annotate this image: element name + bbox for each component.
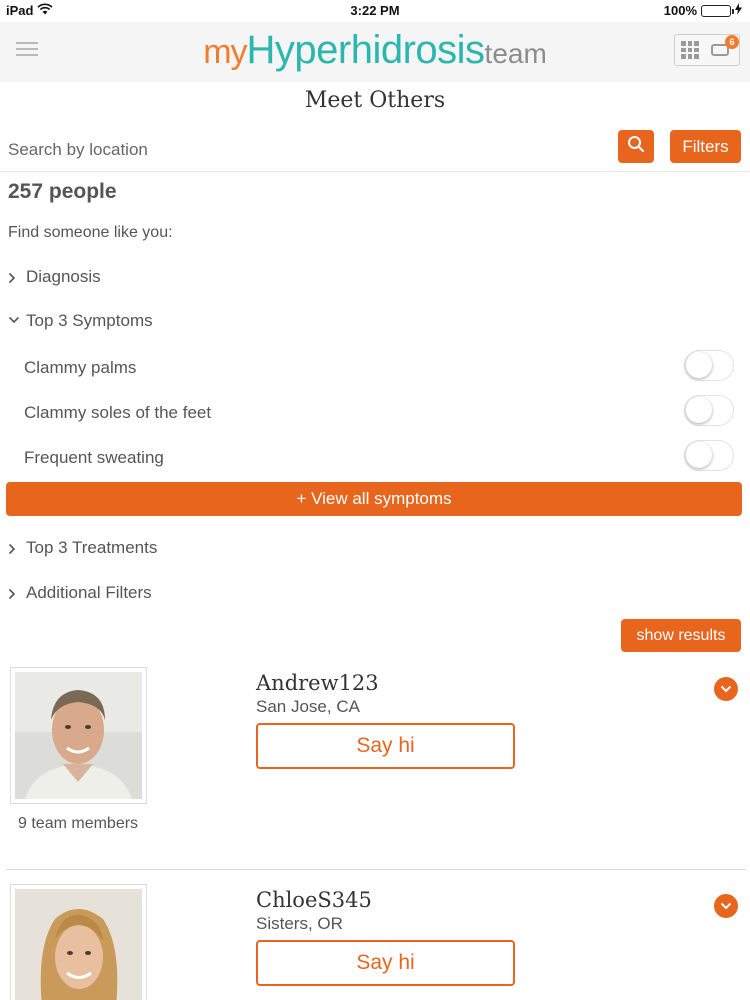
team-members-count: 9 team members — [18, 815, 139, 832]
symptom-row: Clammy soles of the feet — [0, 395, 750, 435]
view-all-symptoms-button[interactable]: + View all symptoms — [6, 482, 742, 516]
say-hi-button[interactable]: Say hi — [256, 940, 515, 986]
symptom-label: Clammy soles of the feet — [24, 403, 212, 422]
app-logo[interactable]: myHyperhidrosisteam — [0, 28, 750, 73]
filter-top-treatments-label: Top 3 Treatments — [26, 538, 158, 557]
symptom-label: Clammy palms — [24, 358, 137, 377]
battery-percent: 100% — [663, 3, 697, 18]
logo-main: Hyperhidrosis — [246, 28, 486, 72]
expand-chevron-icon[interactable] — [714, 894, 738, 918]
search-bar: Filters — [0, 128, 750, 172]
member-name[interactable]: ChloeS345 — [256, 888, 372, 912]
search-icon — [627, 135, 645, 158]
filter-additional-label: Additional Filters — [26, 583, 152, 602]
clock: 3:22 PM — [350, 3, 400, 18]
header-actions: 6 — [674, 34, 740, 66]
filter-top-treatments[interactable]: Top 3 Treatments — [8, 538, 157, 558]
symptom-row: Clammy palms — [0, 350, 750, 390]
location-search-input[interactable] — [8, 136, 598, 164]
filter-diagnosis[interactable]: Diagnosis — [8, 267, 101, 287]
battery-icon — [701, 4, 734, 17]
results-count: 257 people — [8, 180, 117, 203]
show-results-button[interactable]: show results — [621, 619, 741, 652]
chevron-right-icon — [8, 543, 18, 555]
app-header: myHyperhidrosisteam 6 — [0, 22, 750, 82]
chat-icon[interactable]: 6 — [711, 35, 739, 59]
logo-my: my — [203, 33, 247, 71]
apps-grid-icon[interactable] — [681, 41, 699, 59]
page-title: Meet Others — [304, 88, 446, 113]
avatar[interactable] — [10, 884, 147, 1000]
expand-chevron-icon[interactable] — [714, 677, 738, 701]
filter-additional[interactable]: Additional Filters — [8, 583, 152, 603]
charging-icon — [735, 3, 742, 18]
member-location: San Jose, CA — [256, 697, 360, 716]
avatar[interactable] — [10, 667, 147, 804]
filter-diagnosis-label: Diagnosis — [26, 267, 101, 286]
say-hi-button[interactable]: Say hi — [256, 723, 515, 769]
search-button[interactable] — [618, 130, 654, 163]
symptom-toggle[interactable] — [684, 440, 734, 471]
notification-badge: 6 — [725, 35, 739, 49]
symptom-toggle[interactable] — [684, 395, 734, 426]
member-location: Sisters, OR — [256, 914, 343, 933]
filters-button[interactable]: Filters — [670, 130, 741, 163]
chevron-right-icon — [8, 272, 18, 284]
chevron-down-icon — [8, 316, 20, 326]
filter-top-symptoms-label: Top 3 Symptoms — [26, 311, 153, 330]
find-someone-label: Find someone like you: — [8, 224, 173, 241]
logo-team: team — [484, 38, 547, 69]
symptom-row: Frequent sweating — [0, 440, 750, 480]
status-bar: iPad 3:22 PM 100% — [0, 0, 750, 22]
card-divider — [6, 869, 746, 870]
chevron-right-icon — [8, 588, 18, 600]
symptom-toggle[interactable] — [684, 350, 734, 381]
filter-top-symptoms[interactable]: Top 3 Symptoms — [8, 311, 153, 331]
member-name[interactable]: Andrew123 — [256, 671, 379, 695]
symptom-label: Frequent sweating — [24, 448, 164, 467]
